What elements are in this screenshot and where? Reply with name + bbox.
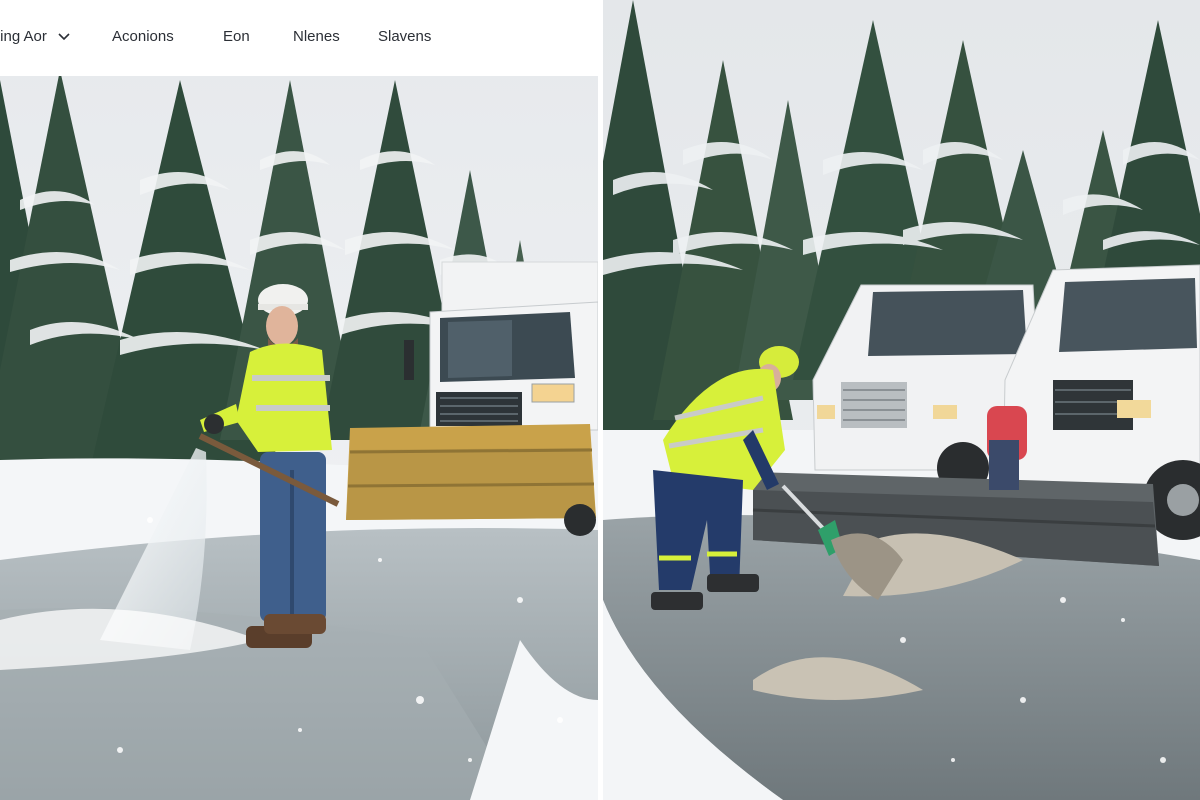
nav-item-2[interactable]: Aconions	[112, 28, 174, 45]
top-nav-bar: ting Aor Aconions Eon Nlenes Slavens	[0, 0, 598, 76]
nav-item-1-label: ting Aor	[0, 28, 47, 45]
left-winter-road-photo	[0, 0, 598, 800]
right-photo-panel	[603, 0, 1200, 800]
nav-item-1[interactable]: ting Aor	[0, 28, 71, 45]
nav-item-5[interactable]: Slavens	[378, 28, 431, 45]
right-winter-road-photo	[603, 0, 1200, 800]
nav-item-3[interactable]: Eon	[223, 28, 250, 45]
chevron-down-icon[interactable]	[57, 32, 71, 42]
nav-item-4[interactable]: Nlenes	[293, 28, 340, 45]
left-photo-panel: ting Aor Aconions Eon Nlenes Slavens	[0, 0, 598, 800]
